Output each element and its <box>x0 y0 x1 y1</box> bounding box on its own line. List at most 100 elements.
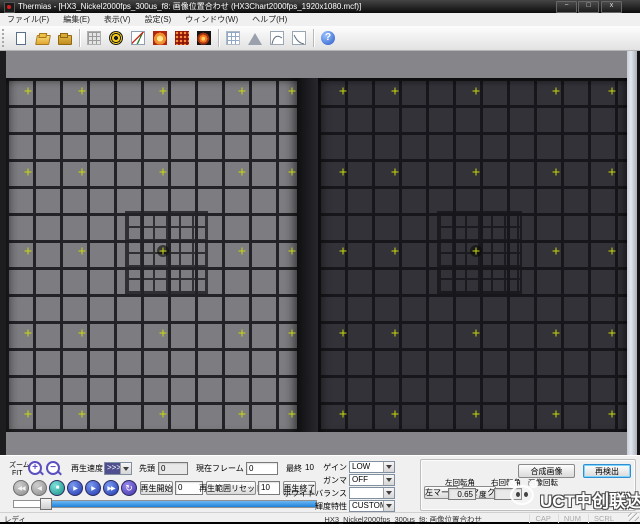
zoom-in-icon[interactable] <box>28 461 42 475</box>
minimize-button[interactable]: − <box>556 1 577 13</box>
scroll-lock-indicator: SCRL <box>588 514 614 523</box>
help-icon[interactable] <box>317 28 339 49</box>
thermias-window: Thermias - [HX3_Nickel2000fps_300us_f8: … <box>0 0 640 524</box>
composite-image-button[interactable]: 合成画像 <box>518 464 575 478</box>
calibration-cross-marker <box>392 88 399 95</box>
thermal-image-icon[interactable] <box>149 28 171 49</box>
calibration-cross-marker <box>78 248 85 255</box>
degree-unit-label: 度 <box>479 490 487 499</box>
open-folder-icon[interactable] <box>32 28 54 49</box>
window-title: Thermias - [HX3_Nickel2000fps_300us_f8: … <box>18 0 361 13</box>
maximize-button[interactable]: □ <box>578 1 599 13</box>
right-rotation-label: 右回転角 <box>491 478 521 487</box>
viewer-scrollbar-strip[interactable] <box>627 51 637 455</box>
status-bar: レディ HX3_Nickel2000fps_300us_f8: 画像位置合わせ … <box>0 512 640 522</box>
calibration-cross-marker <box>552 329 559 336</box>
gain-select[interactable]: LOW <box>349 461 395 473</box>
toolbar-grip <box>2 29 7 47</box>
save-folder-icon[interactable] <box>54 28 76 49</box>
toolbar-separator <box>79 29 80 47</box>
calibration-cross-marker <box>24 88 31 95</box>
calibration-cross-marker <box>472 411 479 418</box>
grid-disabled-icon[interactable] <box>83 28 105 49</box>
chevron-down-icon <box>383 475 394 485</box>
speed-label: 再生速度 <box>71 464 103 473</box>
play-start-button[interactable]: 再生開始 <box>140 481 173 495</box>
stop-button[interactable]: ■ <box>49 480 65 496</box>
left-rotation-label: 左回転角 <box>445 478 475 487</box>
calibration-cross-marker <box>238 168 245 175</box>
line-chart-icon[interactable] <box>127 28 149 49</box>
menu-help[interactable]: ヘルプ(H) <box>245 13 294 26</box>
fast-forward-button[interactable]: ▶▶ <box>103 480 119 496</box>
zoom-out-icon[interactable] <box>46 461 60 475</box>
caps-lock-indicator: CAP <box>529 514 550 523</box>
new-document-icon[interactable] <box>10 28 32 49</box>
calibration-cross-marker <box>339 88 346 95</box>
range-reset-button[interactable]: 再生範囲リセット <box>206 481 256 495</box>
chevron-down-icon <box>120 463 131 474</box>
calibration-cross-marker <box>472 88 479 95</box>
redetect-button[interactable]: 再検出 <box>583 464 631 478</box>
title-bar[interactable]: Thermias - [HX3_Nickel2000fps_300us_f8: … <box>0 0 640 13</box>
left-chart-image[interactable] <box>6 78 297 432</box>
calibration-cross-marker <box>24 168 31 175</box>
right-chart-image[interactable] <box>318 78 627 432</box>
step-back-button[interactable]: ◀ <box>31 480 47 496</box>
luminance-select[interactable]: CUSTOM <box>349 500 395 512</box>
resize-grip[interactable] <box>628 513 639 521</box>
target-icon[interactable] <box>105 28 127 49</box>
gamma-select[interactable]: OFF <box>349 474 395 486</box>
loop-button[interactable]: ↻ <box>121 480 137 496</box>
menu-bar: ファイル(F) 編集(E) 表示(V) 設定(S) ウィンドウ(W) ヘルプ(H… <box>0 13 640 27</box>
calibration-cross-marker <box>288 329 295 336</box>
calibration-cross-marker <box>552 411 559 418</box>
calibration-cross-marker <box>552 88 559 95</box>
right-rotation-field[interactable] <box>494 488 522 500</box>
play-button[interactable]: ▶ <box>67 480 83 496</box>
white-balance-label: ホワイトバランス <box>270 489 347 498</box>
calibration-cross-marker <box>608 88 615 95</box>
menu-view[interactable]: 表示(V) <box>97 13 138 26</box>
status-message: HX3_Nickel2000fps_300us_f8: 画像位置合わせ <box>324 514 482 524</box>
thermal-blob-icon[interactable] <box>193 28 215 49</box>
calibration-cross-marker <box>339 168 346 175</box>
calibration-cross-marker <box>608 248 615 255</box>
calibration-cross-marker <box>160 329 167 336</box>
curve-down-icon[interactable] <box>288 28 310 49</box>
calibration-cross-marker <box>78 411 85 418</box>
calibration-cross-marker <box>608 411 615 418</box>
calibration-cross-marker <box>608 168 615 175</box>
luminance-label: 輝度特性 <box>270 502 347 511</box>
grid-blue-icon[interactable] <box>222 28 244 49</box>
step-forward-button[interactable]: ▶ <box>85 480 101 496</box>
speed-select[interactable]: >>> <box>104 462 132 475</box>
menu-file[interactable]: ファイル(F) <box>0 13 56 26</box>
calibration-cross-marker <box>472 248 479 255</box>
calibration-cross-marker <box>288 248 295 255</box>
chevron-down-icon <box>383 501 394 511</box>
gain-label: ゲイン <box>270 463 347 472</box>
white-balance-select[interactable] <box>349 487 395 499</box>
menu-edit[interactable]: 編集(E) <box>56 13 97 26</box>
gamma-label: ガンマ <box>270 476 347 485</box>
frame-slider-handle[interactable] <box>40 498 52 510</box>
histogram-icon[interactable] <box>244 28 266 49</box>
close-button[interactable]: x <box>601 1 622 13</box>
calibration-cross-marker <box>78 168 85 175</box>
left-rotation-field[interactable]: 0.65 <box>448 488 476 500</box>
toolbar-separator <box>313 29 314 47</box>
calibration-cross-marker <box>238 248 245 255</box>
calibration-cross-marker <box>24 248 31 255</box>
calibration-cross-marker <box>339 329 346 336</box>
calibration-cross-marker <box>392 248 399 255</box>
calibration-cross-marker <box>160 88 167 95</box>
rewind-start-button[interactable]: ◀◀ <box>13 480 29 496</box>
head-frame-label: 先頭 <box>139 464 155 473</box>
menu-settings[interactable]: 設定(S) <box>138 13 179 26</box>
curve-up-icon[interactable] <box>266 28 288 49</box>
calibration-cross-marker <box>78 88 85 95</box>
num-lock-indicator: NUM <box>558 514 581 523</box>
menu-window[interactable]: ウィンドウ(W) <box>178 13 245 26</box>
thermal-pattern-icon[interactable] <box>171 28 193 49</box>
